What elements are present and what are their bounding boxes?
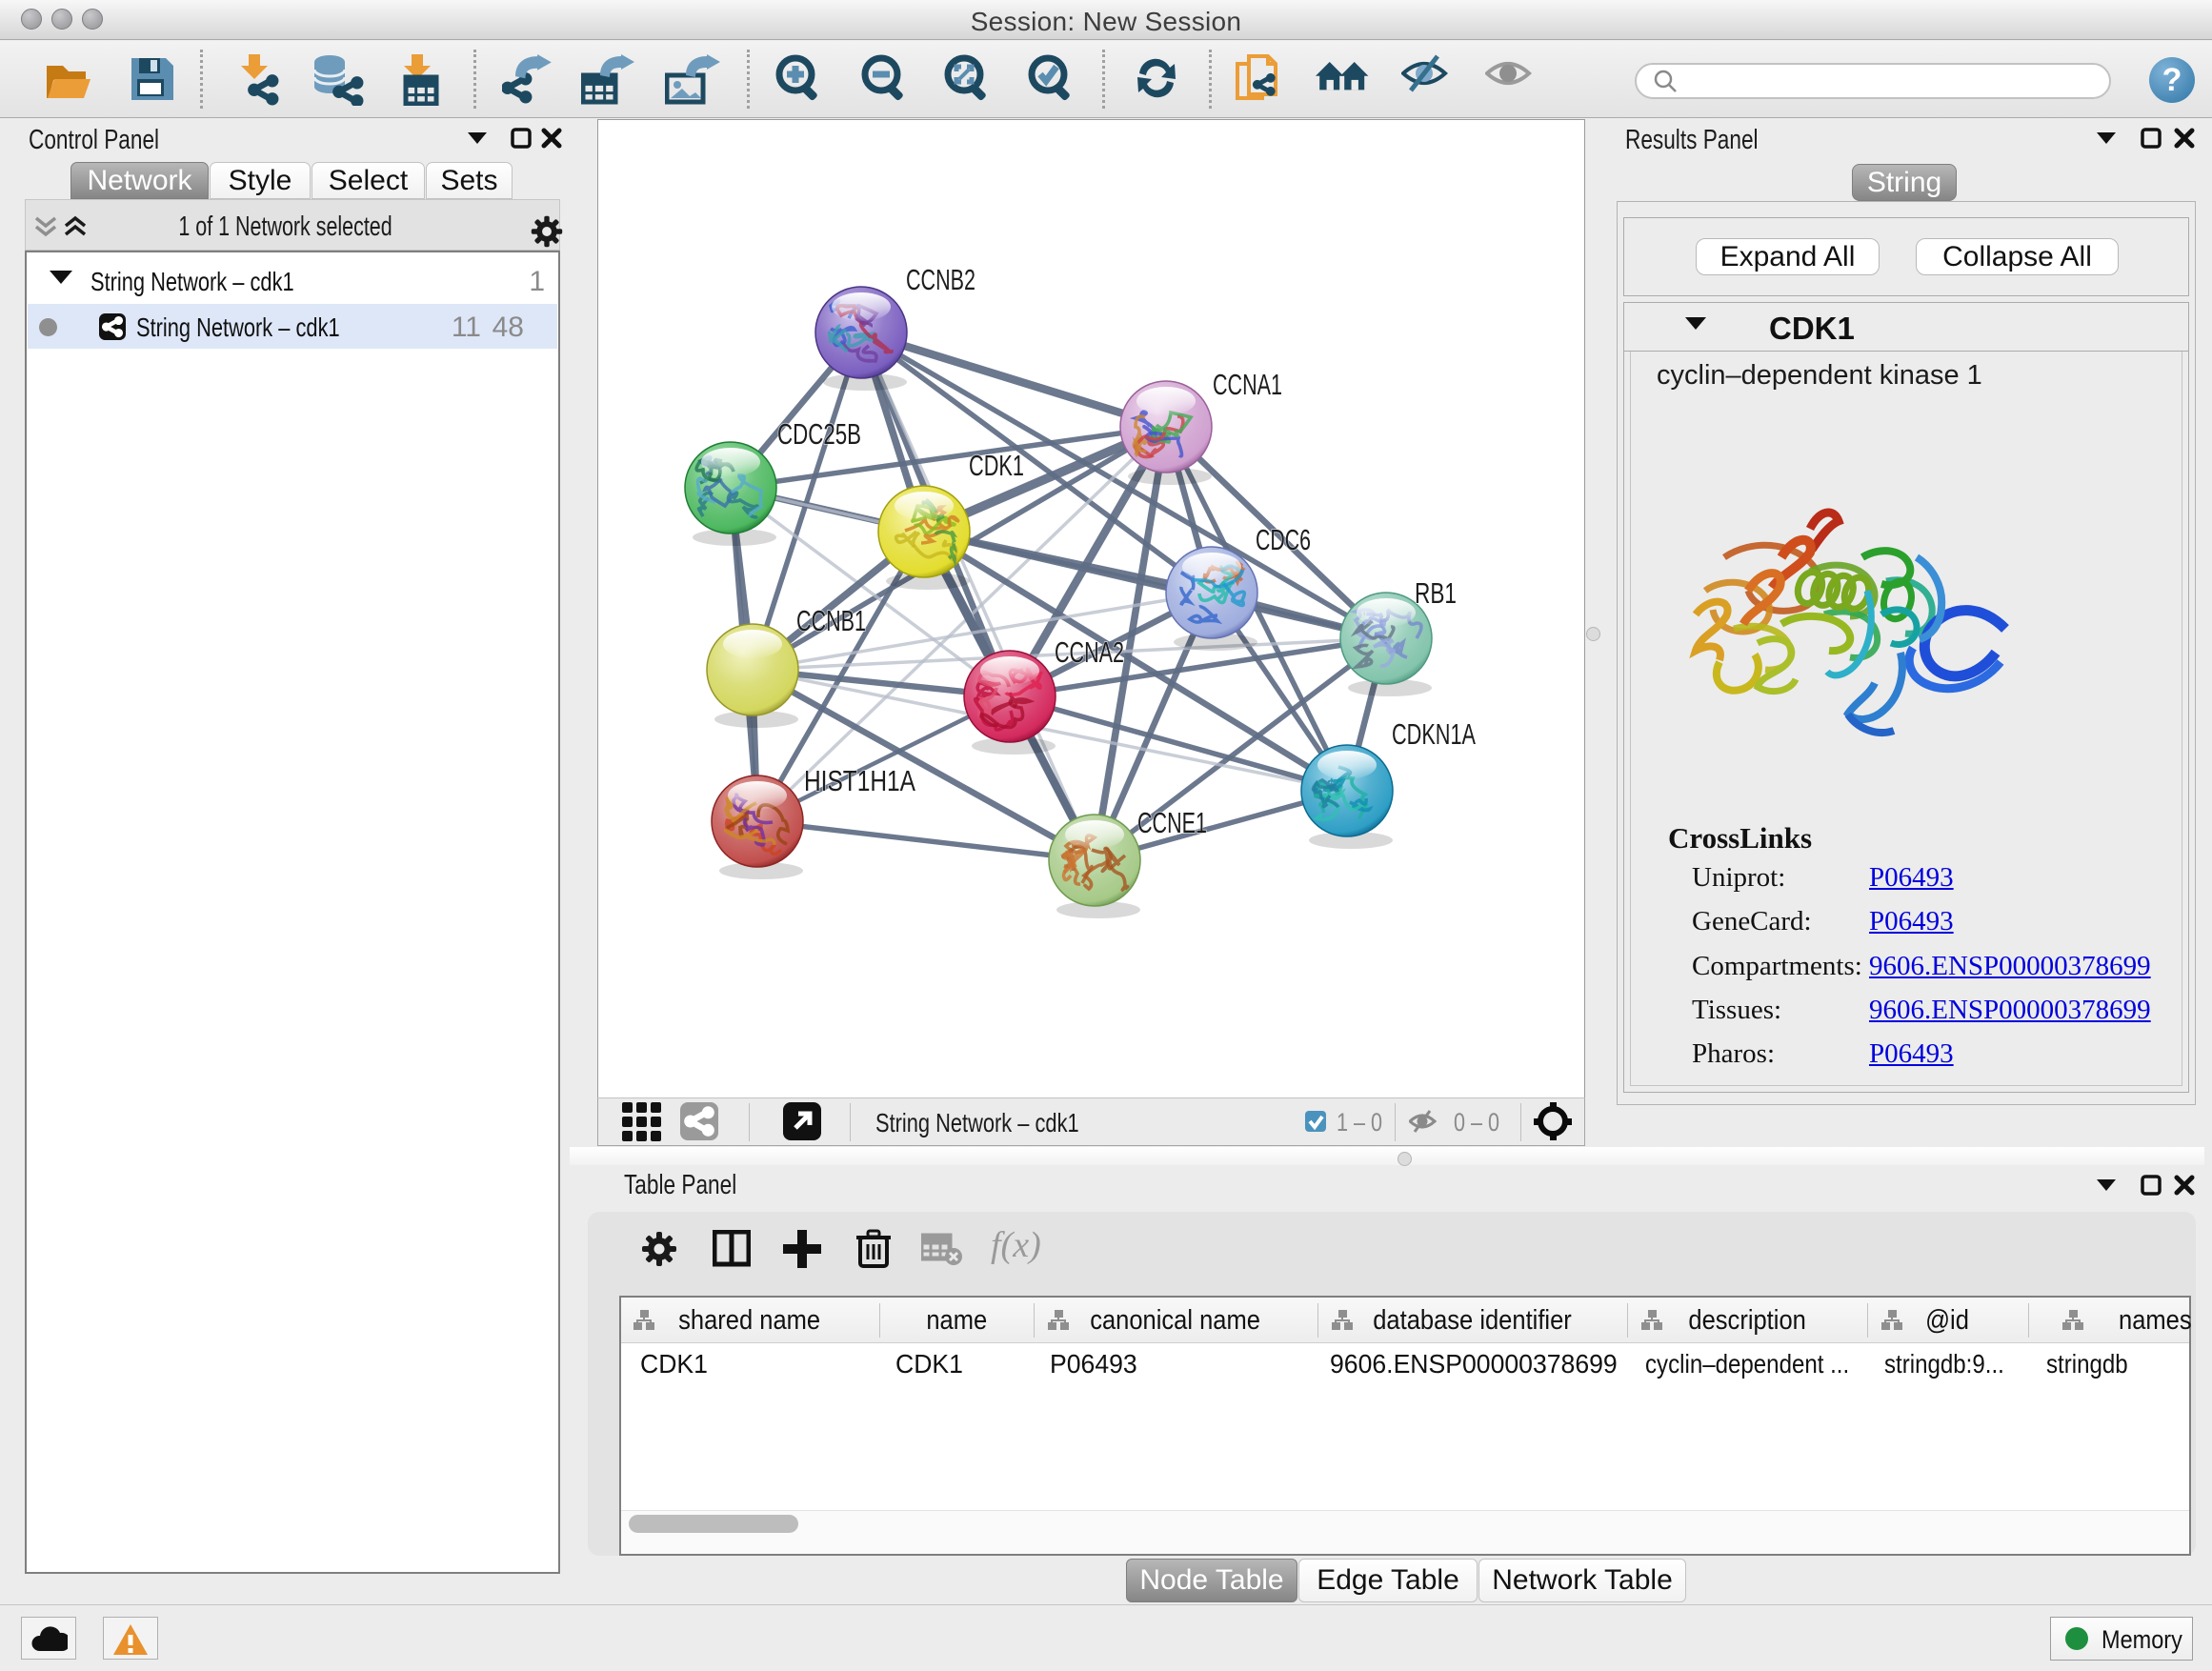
svg-text:CDK1: CDK1: [969, 449, 1024, 482]
svg-text:CCNB1: CCNB1: [796, 604, 866, 637]
svg-text:CCNA1: CCNA1: [1213, 368, 1282, 401]
svg-text:CCNE1: CCNE1: [1137, 806, 1207, 839]
svg-text:CCNB2: CCNB2: [906, 263, 975, 296]
svg-text:CDC6: CDC6: [1256, 523, 1311, 556]
svg-text:CDKN1A: CDKN1A: [1392, 717, 1476, 751]
svg-text:CDC25B: CDC25B: [777, 417, 861, 451]
svg-text:CCNA2: CCNA2: [1055, 635, 1124, 669]
svg-text:HIST1H1A: HIST1H1A: [804, 764, 915, 797]
svg-text:RB1: RB1: [1415, 576, 1457, 610]
svg-text:?: ?: [2162, 62, 2182, 98]
